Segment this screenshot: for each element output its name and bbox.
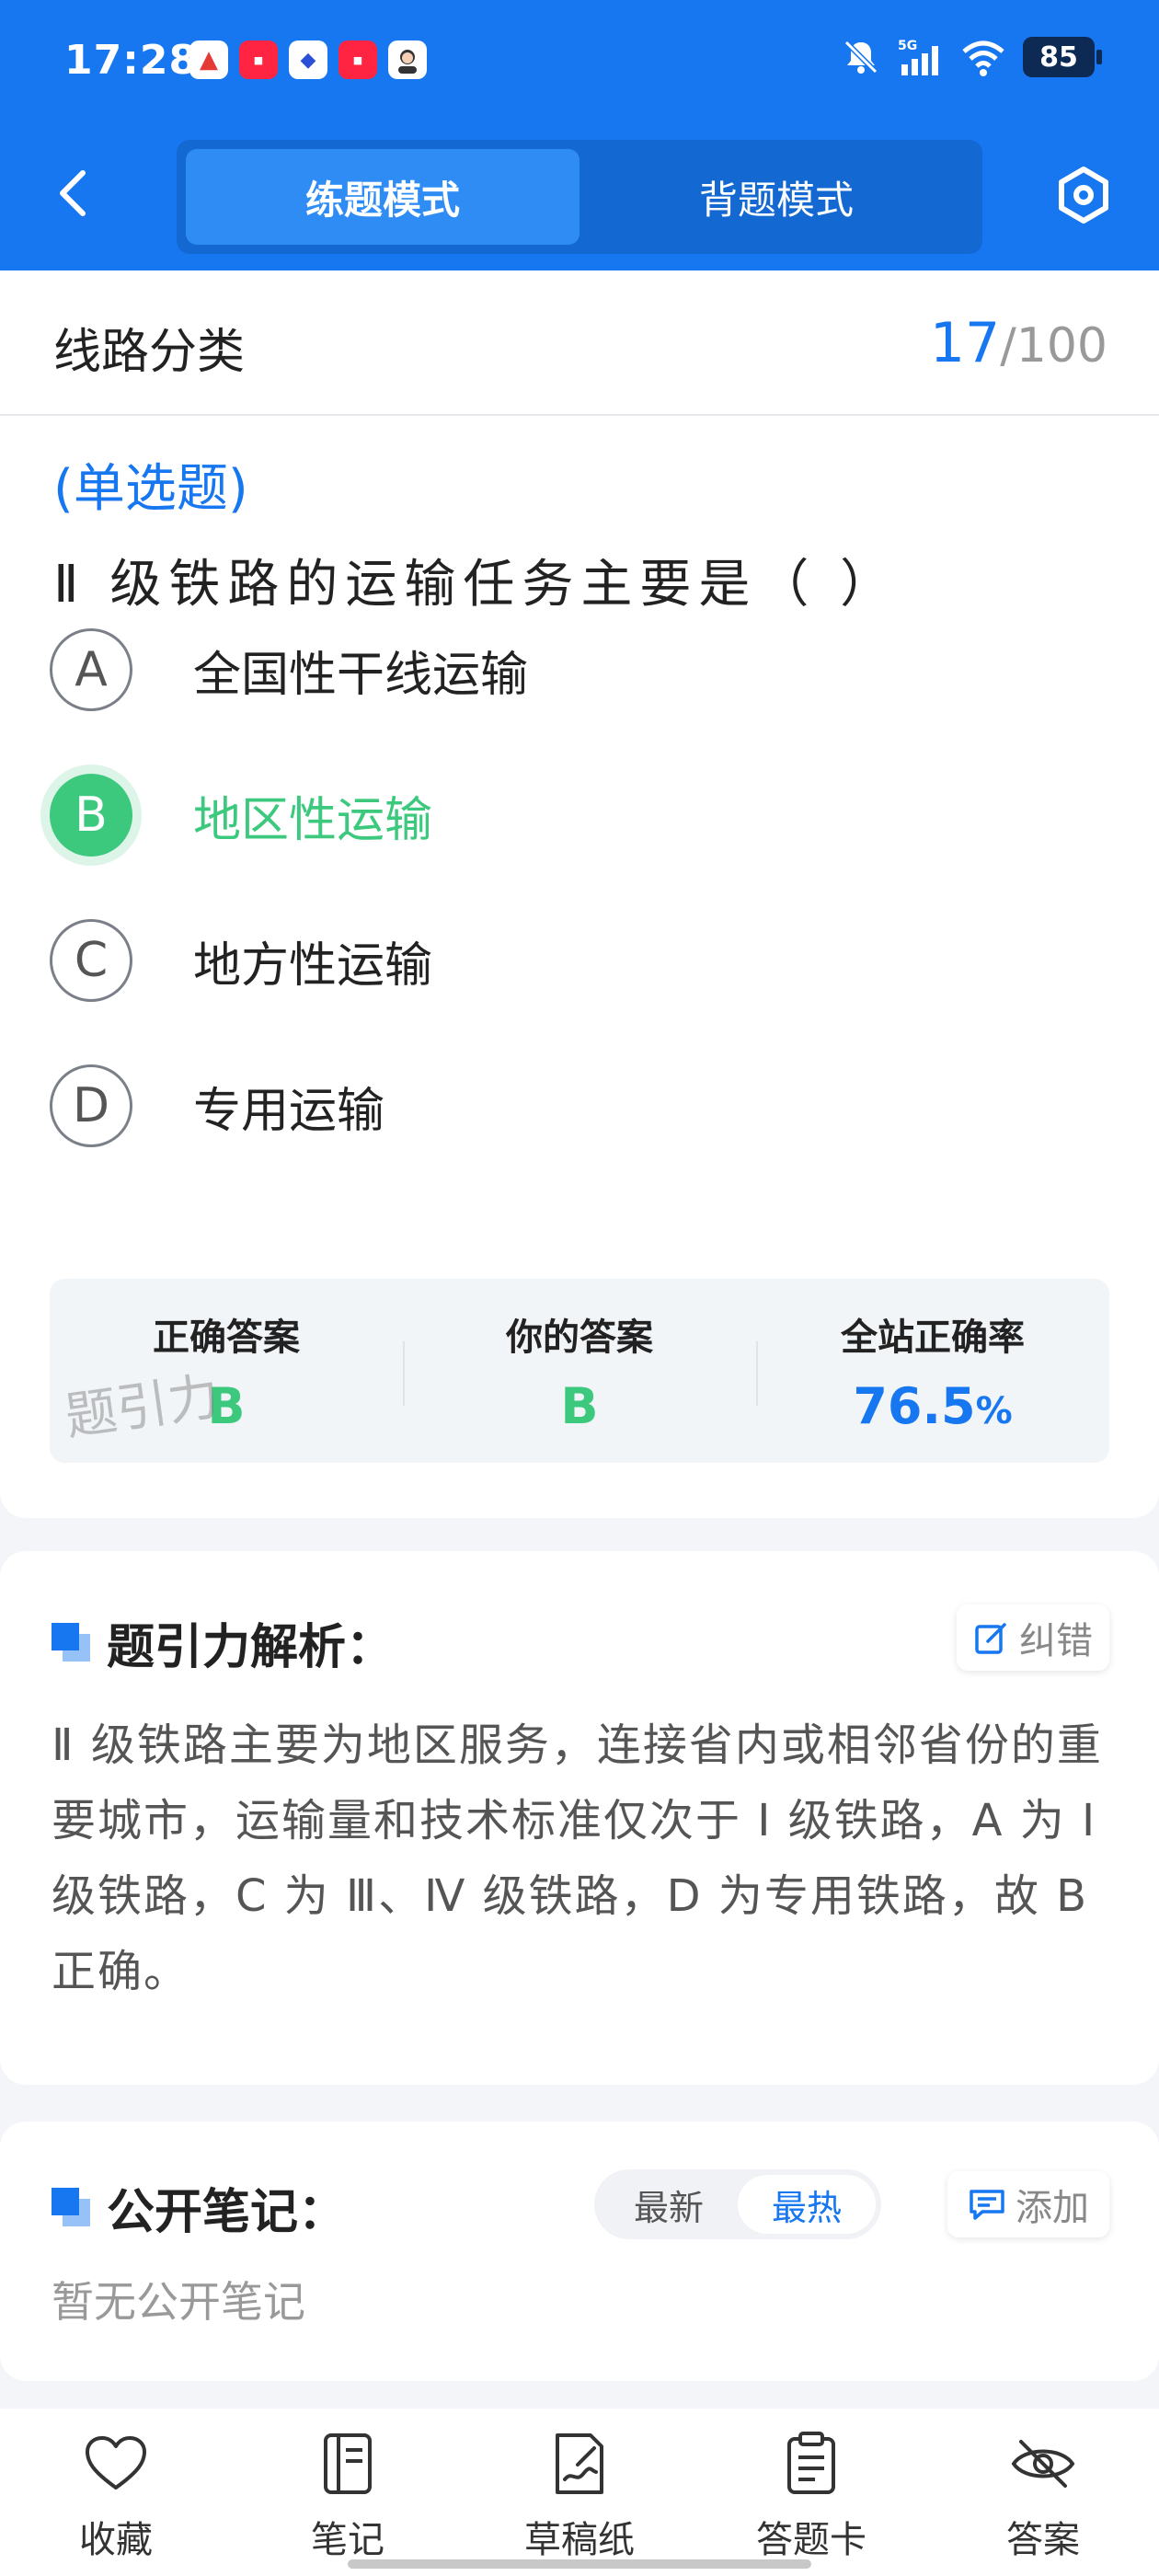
nav-label: 收藏: [79, 2519, 153, 2561]
empty-notes-text: 暂无公开笔记: [52, 2277, 305, 2327]
notes-card: 公开笔记： 最新 最热 添加 暂无公开笔记: [0, 2122, 1159, 2381]
accuracy-rate-value: 76.5%: [853, 1377, 1012, 1435]
add-note-label: 添加: [1016, 2187, 1089, 2229]
eye-off-icon: [1010, 2431, 1076, 2497]
notes-title-text: 公开笔记：: [107, 2185, 347, 2240]
tab-memorize-mode[interactable]: 背题模式: [580, 149, 973, 245]
question-card: 线路分类 17/100 (单选题) Ⅱ 级铁路的运输任务主要是（ ） A 全国性…: [0, 270, 1159, 1518]
analysis-title: 题引力解析：: [52, 1608, 394, 1677]
analysis-title-text: 题引力解析：: [107, 1620, 395, 1675]
nav-draft-paper[interactable]: 草稿纸: [464, 2409, 695, 2576]
app-header: 17:28 ▲ ■ ◆ ■ 5G 85 练题模式 背题模式: [0, 0, 1159, 270]
nav-label: 笔记: [311, 2519, 384, 2561]
sort-hottest[interactable]: 最热: [738, 2175, 876, 2234]
accuracy-rate-label: 全站正确率: [841, 1316, 1025, 1359]
add-note-button[interactable]: 添加: [947, 2171, 1109, 2237]
option-text: 地区性运输: [193, 792, 433, 848]
battery-indicator: 85: [1023, 37, 1102, 77]
accuracy-rate: 全站正确率 76.5%: [756, 1279, 1109, 1463]
answer-sheet-icon: [778, 2431, 844, 2497]
nav-answer-sheet[interactable]: 答题卡: [695, 2409, 927, 2576]
question-header: 线路分类 17/100: [0, 270, 1159, 416]
status-indicators: 5G 85: [841, 37, 1102, 77]
report-error-label: 纠错: [1019, 1620, 1093, 1662]
current-question-number: 17: [929, 311, 1001, 375]
5g-signal-icon: 5G: [898, 39, 938, 75]
status-bar: 17:28 ▲ ■ ◆ ■ 5G 85: [0, 0, 1159, 125]
wifi-icon: [962, 40, 1004, 76]
chevron-left-icon: [60, 170, 86, 216]
report-error-button[interactable]: 纠错: [957, 1604, 1109, 1671]
section-marker-icon: [52, 1622, 92, 1663]
option-c[interactable]: C 地方性运输: [50, 914, 1107, 1006]
svg-text:5G: 5G: [898, 39, 917, 53]
option-letter: C: [50, 919, 132, 1002]
settings-button[interactable]: [1054, 166, 1113, 224]
heart-icon: [83, 2431, 149, 2497]
bottom-toolbar: 收藏 笔记 草稿纸 答题卡 答案: [0, 2409, 1159, 2576]
comment-icon: [970, 2190, 1004, 2220]
draft-paper-icon: [546, 2431, 613, 2497]
option-letter: D: [50, 1064, 132, 1147]
nav-label: 答题卡: [756, 2519, 866, 2561]
tab-practice-mode[interactable]: 练题模式: [186, 149, 580, 245]
question-category: 线路分类: [53, 325, 246, 380]
analysis-text: Ⅱ 级铁路主要为地区服务，连接省内或相邻省份的重要城市，运输量和技术标准仅次于 …: [52, 1719, 1103, 1997]
shield-app-icon: ◆: [289, 40, 327, 79]
nav-label: 答案: [1006, 2519, 1080, 2561]
option-b[interactable]: B 地区性运输: [50, 769, 1107, 861]
back-button[interactable]: [46, 166, 101, 221]
option-d[interactable]: D 专用运输: [50, 1060, 1107, 1152]
accuracy-rate-number: 76.5: [853, 1376, 976, 1435]
question-counter: 17/100: [930, 311, 1107, 375]
total-questions: /100: [1000, 318, 1107, 374]
accuracy-rate-unit: %: [975, 1389, 1013, 1432]
sort-newest[interactable]: 最新: [600, 2175, 738, 2234]
nav-favorite[interactable]: 收藏: [0, 2409, 232, 2576]
notes-title: 公开笔记：: [52, 2173, 346, 2242]
question-stem: (单选题) Ⅱ 级铁路的运输任务主要是（ ）: [53, 442, 1111, 633]
xiaohongshu-icon: ■: [339, 40, 377, 79]
option-letter: B: [50, 774, 132, 857]
edit-icon: [975, 1623, 1006, 1654]
section-marker-icon: [52, 2187, 92, 2228]
settings-hex-icon: [1059, 167, 1108, 224]
nav-answer[interactable]: 答案: [927, 2409, 1159, 2576]
notebook-icon: [315, 2431, 381, 2497]
app-a-icon: ▲: [189, 40, 228, 79]
xiaohongshu-icon: ■: [239, 40, 278, 79]
correct-answer-label: 正确答案: [153, 1316, 300, 1359]
notes-sort-toggle: 最新 最热: [594, 2169, 881, 2239]
option-letter: A: [50, 628, 132, 711]
question-text: Ⅱ 级铁路的运输任务主要是（ ）: [53, 555, 900, 615]
your-answer-value: B: [560, 1376, 599, 1435]
analysis-card: 题引力解析： 纠错 Ⅱ 级铁路主要为地区服务，连接省内或相邻省份的重要城市，运输…: [0, 1551, 1159, 2085]
notification-app-icons: ▲ ■ ◆ ■: [189, 40, 427, 79]
nav-label: 草稿纸: [524, 2519, 635, 2561]
nav-notes[interactable]: 笔记: [232, 2409, 464, 2576]
option-a[interactable]: A 全国性干线运输: [50, 624, 1107, 716]
option-text: 地方性运输: [193, 937, 433, 994]
mode-switch: 练题模式 背题模式: [177, 140, 982, 254]
option-text: 全国性干线运输: [193, 647, 529, 703]
status-time: 17:28: [64, 37, 199, 84]
your-answer-label: 你的答案: [506, 1316, 653, 1359]
question-type: (单选题): [53, 459, 248, 519]
mute-icon: [843, 40, 878, 75]
option-text: 专用运输: [193, 1083, 385, 1139]
your-answer: 你的答案 B: [403, 1279, 756, 1463]
avatar-app-icon: [388, 40, 427, 79]
home-indicator[interactable]: [348, 2559, 811, 2569]
